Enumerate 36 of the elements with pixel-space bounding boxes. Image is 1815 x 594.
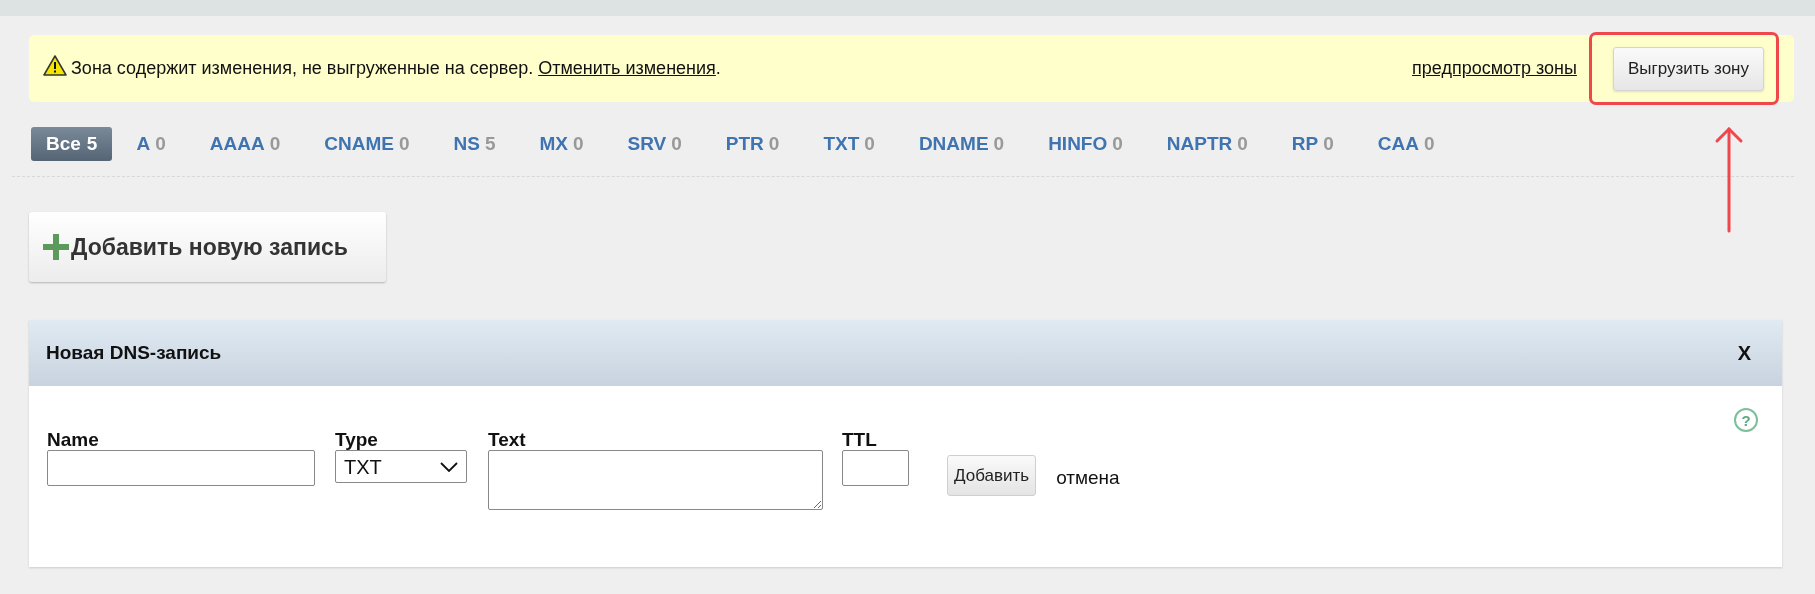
filter-tab[interactable]: NAPTR 0 [1166,127,1248,161]
help-icon[interactable]: ? [1734,408,1758,432]
filter-tab[interactable]: SRV 0 [627,127,682,161]
cancel-link[interactable]: отмена [1056,464,1120,493]
preview-link[interactable]: предпросмотр зоны [1412,55,1577,82]
filter-tab[interactable]: CAA 0 [1377,127,1435,161]
filter-tab[interactable]: Все 5 [31,127,113,161]
field-label: TTL [842,428,878,450]
text-area[interactable] [488,450,823,510]
name-field[interactable] [47,450,315,486]
ttl-field[interactable] [842,450,909,486]
filter-tab[interactable]: PTR 0 [725,127,780,161]
filter-tab[interactable]: DNAME 0 [918,127,1005,161]
type-select[interactable]: TXT [335,450,467,483]
field-label: Text [488,428,527,450]
filter-tab[interactable]: AAAA 0 [209,127,281,161]
upload-button[interactable]: Выгрузить зону [1612,46,1764,91]
filter-tab[interactable]: MX 0 [539,127,584,161]
arrow-icon [1714,126,1744,233]
undo-link[interactable]: Отменить изменения [538,58,716,78]
notice-text: Зона содержит изменения, не выгруженные на сервер. Отменить изменения. [71,57,721,80]
filter-tab[interactable]: TXT 0 [823,127,875,161]
warning-icon [43,55,67,76]
filter-tab[interactable]: NS 5 [453,127,496,161]
chevron-down-icon [440,461,458,472]
close-button[interactable]: X [1737,338,1751,368]
field-label: Type [335,428,379,450]
filter-tab[interactable]: HINFO 0 [1048,127,1123,161]
filter-tab[interactable]: A 0 [136,127,166,161]
add-record-button[interactable]: Добавить новую запись [29,212,386,282]
plus-icon [43,234,69,260]
filter-tab[interactable]: CNAME 0 [324,127,410,161]
filter-tab[interactable]: RP 0 [1291,127,1334,161]
panel-title: Новая DNS-запись [46,340,222,365]
field-label: Name [47,428,100,450]
submit-button[interactable]: Добавить [947,455,1037,496]
